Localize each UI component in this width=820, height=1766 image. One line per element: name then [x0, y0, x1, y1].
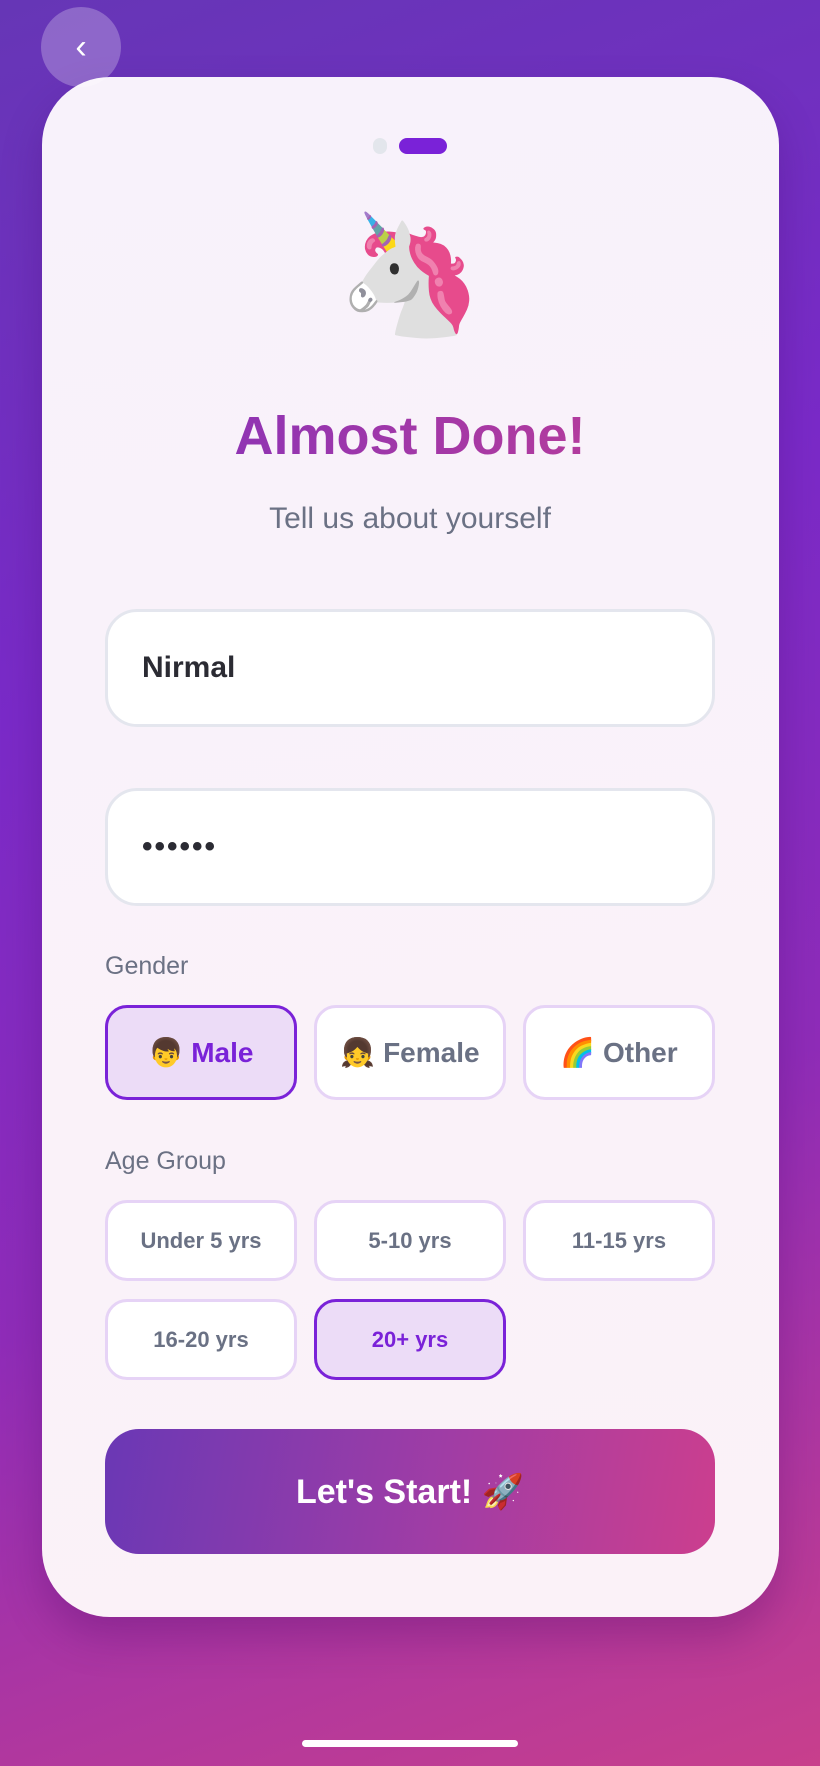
- progress-dot-1: [373, 138, 387, 154]
- page-subtitle: Tell us about yourself: [269, 502, 551, 535]
- name-input[interactable]: Nirmal: [105, 609, 715, 727]
- start-button[interactable]: Let's Start! 🚀: [105, 1429, 715, 1554]
- chevron-left-icon: ‹: [75, 27, 87, 66]
- gender-label: Gender: [105, 952, 189, 980]
- age-option-under-5[interactable]: Under 5 yrs: [105, 1200, 297, 1281]
- unicorn-icon: 🦄: [336, 209, 484, 341]
- page-title: Almost Done!: [0, 405, 820, 467]
- gender-option-male[interactable]: 👦 Male: [105, 1005, 297, 1100]
- age-group-label: Age Group: [105, 1147, 226, 1175]
- age-option-5-10[interactable]: 5-10 yrs: [314, 1200, 506, 1281]
- age-option-20-plus[interactable]: 20+ yrs: [314, 1299, 506, 1380]
- gender-option-other[interactable]: 🌈 Other: [523, 1005, 715, 1100]
- gender-option-female[interactable]: 👧 Female: [314, 1005, 506, 1100]
- age-option-11-15[interactable]: 11-15 yrs: [523, 1200, 715, 1281]
- progress-dots: [0, 138, 820, 154]
- home-indicator[interactable]: [302, 1740, 518, 1747]
- age-option-16-20[interactable]: 16-20 yrs: [105, 1299, 297, 1380]
- password-input[interactable]: ••••••: [105, 788, 715, 906]
- progress-dot-2-active: [399, 138, 447, 154]
- back-button[interactable]: ‹: [41, 7, 121, 87]
